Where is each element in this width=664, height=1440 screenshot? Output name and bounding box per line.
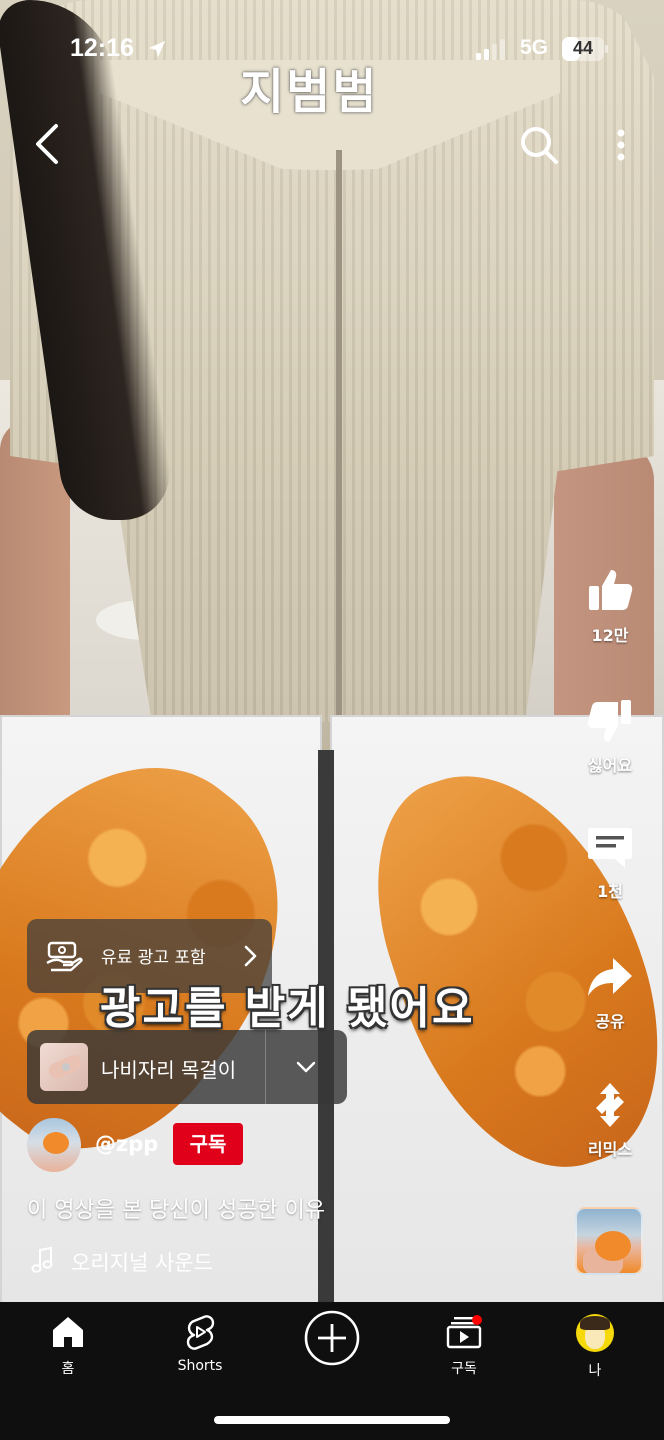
thumbs-up-icon: [589, 570, 633, 610]
dislike-button[interactable]: 싫어요: [560, 696, 660, 776]
share-label: 공유: [595, 1012, 625, 1031]
like-count: 12만: [591, 626, 629, 645]
battery-percent: 44: [572, 38, 594, 58]
network-type: 5G: [520, 36, 549, 59]
product-thumbnail: [40, 1043, 88, 1091]
nav-me-label: 나: [588, 1363, 602, 1379]
channel-handle[interactable]: @zpp: [95, 1132, 158, 1156]
share-button[interactable]: 공유: [560, 952, 660, 1032]
create-plus-button[interactable]: [304, 1310, 360, 1366]
remix-label: 리믹스: [587, 1140, 633, 1159]
like-button[interactable]: 12만: [560, 566, 660, 646]
sound-thumbnail-button[interactable]: [575, 1207, 643, 1275]
nav-shorts[interactable]: Shorts: [150, 1314, 250, 1374]
chevron-down-icon[interactable]: [295, 1058, 317, 1076]
back-button[interactable]: [28, 122, 68, 166]
video-channel-watermark: 지범범: [240, 64, 379, 120]
location-arrow-icon: [148, 40, 166, 58]
product-divider: [265, 1030, 266, 1104]
home-indicator: [214, 1416, 450, 1424]
sound-name: 오리지널 사운드: [71, 1251, 213, 1275]
thumbnail-orange: [595, 1231, 631, 1261]
paid-promotion-label: 유료 광고 포함: [101, 948, 206, 968]
nav-me[interactable]: 나: [545, 1314, 645, 1380]
product-chip[interactable]: 나비자리 목걸이: [27, 1030, 347, 1104]
video-caption: 광고를 받게 됐어요: [100, 983, 475, 1034]
comment-count: 1천: [597, 882, 623, 901]
zipper: [336, 150, 342, 720]
nav-home-label: 홈: [61, 1361, 75, 1377]
remix-button[interactable]: 리믹스: [560, 1080, 660, 1160]
nav-home[interactable]: 홈: [18, 1314, 118, 1378]
product-thumb-charm: [62, 1063, 70, 1071]
signal-bars-icon: [476, 39, 505, 60]
shorts-icon: [186, 1315, 215, 1350]
paid-promotion-icon: [46, 941, 83, 972]
music-note-icon: [31, 1246, 53, 1273]
remix-icon: [596, 1083, 624, 1127]
search-button[interactable]: [518, 124, 560, 166]
subscriptions-icon: [446, 1315, 482, 1349]
channel-avatar[interactable]: [27, 1118, 81, 1172]
comment-icon: [588, 828, 632, 868]
video-title[interactable]: 이 영상을 본 당신이 성공한 이유: [27, 1192, 325, 1224]
home-icon: [53, 1317, 83, 1347]
avatar-hair: [580, 1316, 610, 1330]
nav-subscriptions-label: 구독: [451, 1361, 477, 1377]
product-name: 나비자리 목걸이: [101, 1058, 237, 1082]
thumbs-down-icon: [587, 700, 631, 742]
subscribe-button[interactable]: 구독: [173, 1123, 243, 1165]
dislike-label: 싫어요: [587, 756, 633, 775]
channel-avatar-orange: [43, 1132, 69, 1154]
more-options-button[interactable]: [606, 124, 636, 166]
nav-subscriptions[interactable]: 구독: [414, 1314, 514, 1378]
battery-tip: [605, 45, 608, 53]
share-arrow-icon: [588, 958, 632, 996]
chevron-right-icon: [244, 945, 257, 967]
nav-shorts-label: Shorts: [177, 1358, 223, 1374]
comments-button[interactable]: 1천: [560, 822, 660, 902]
status-time: 12:16: [70, 34, 134, 62]
battery-icon: 44: [562, 37, 608, 61]
profile-avatar: [576, 1314, 614, 1352]
